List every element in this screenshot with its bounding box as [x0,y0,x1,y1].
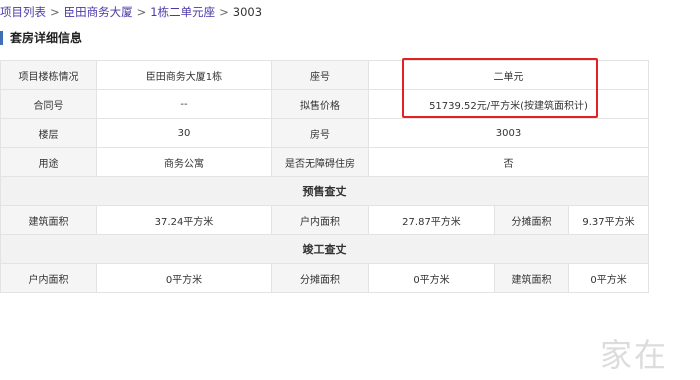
breadcrumb-separator: > [50,5,60,19]
table-row: 户内面积 0平方米 分摊面积 0平方米 建筑面积 0平方米 [0,263,650,293]
presale-shared-area-label: 分摊面积 [494,205,569,235]
value-room-no: 3003 [367,118,650,148]
completion-inner-area-label: 户内面积 [0,263,97,293]
completion-building-area-value: 0平方米 [567,263,650,293]
label-seat-no: 座号 [271,60,369,90]
label-usage: 用途 [0,147,97,177]
label-contract-no: 合同号 [0,89,97,119]
presale-title: 预售查丈 [0,176,650,206]
value-accessible: 否 [367,147,650,177]
value-contract-no: -- [96,89,272,119]
label-floor: 楼层 [0,118,97,148]
breadcrumb-building-unit[interactable]: 1栋二单元座 [150,5,215,19]
breadcrumb-room: 3003 [232,5,263,19]
section-title-text: 套房详细信息 [10,31,83,45]
breadcrumb-separator: > [219,5,229,19]
value-building-status: 臣田商务大厦1栋 [96,60,272,90]
completion-title: 竣工查丈 [0,234,650,264]
table-row: 建筑面积 37.24平方米 户内面积 27.87平方米 分摊面积 9.37平方米 [0,205,650,235]
title-accent-bar [0,31,3,45]
presale-building-area-value: 37.24平方米 [96,205,272,235]
section-title: 套房详细信息 [0,30,82,46]
completion-shared-area-label: 分摊面积 [271,263,369,293]
table-row: 楼层 30 房号 3003 [0,118,650,148]
breadcrumb-separator: > [136,5,147,19]
completion-building-area-label: 建筑面积 [494,263,569,293]
presale-building-area-label: 建筑面积 [0,205,97,235]
table-row: 用途 商务公寓 是否无障碍住房 否 [0,147,650,177]
watermark: 家在 [600,336,669,374]
label-building-status: 项目楼栋情况 [0,60,97,90]
completion-inner-area-value: 0平方米 [96,263,272,293]
red-highlight-box [402,58,598,118]
label-proposed-price: 拟售价格 [271,89,369,119]
label-accessible: 是否无障碍住房 [271,147,369,177]
completion-section-header: 竣工查丈 [0,234,650,264]
breadcrumb-project-list[interactable]: 项目列表 [0,5,46,19]
presale-shared-area-value: 9.37平方米 [567,205,650,235]
value-usage: 商务公寓 [96,147,272,177]
presale-inner-area-label: 户内面积 [271,205,369,235]
breadcrumb: 项目列表 > 臣田商务大厦 >1栋二单元座 >3003 [0,4,262,20]
value-floor: 30 [96,118,272,148]
label-room-no: 房号 [271,118,369,148]
completion-shared-area-value: 0平方米 [368,263,495,293]
presale-section-header: 预售查丈 [0,176,650,206]
presale-inner-area-value: 27.87平方米 [368,205,495,235]
breadcrumb-project[interactable]: 臣田商务大厦 [64,5,133,19]
